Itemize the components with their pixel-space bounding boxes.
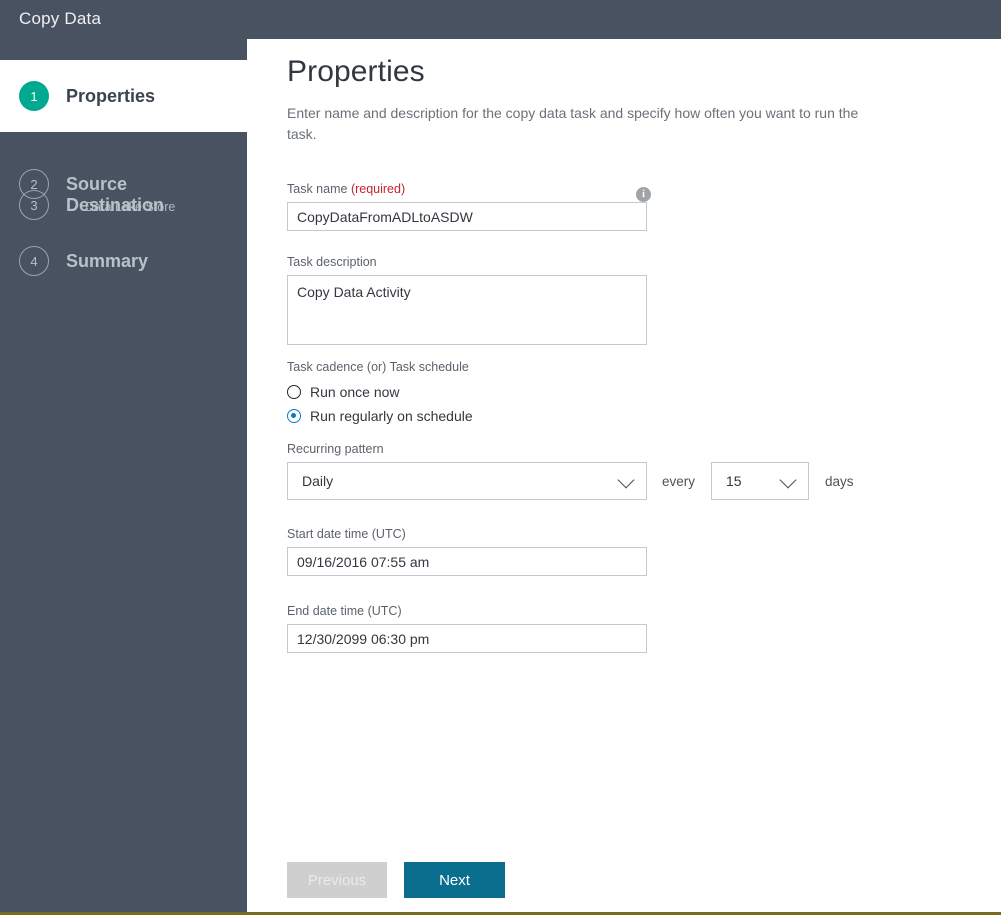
radio-icon-run-once-now[interactable] [287,385,301,399]
sidebar-item-label-destination: Destination [66,194,165,215]
task-name-label-text: Task name [287,182,348,196]
sidebar-step-row: 3 Destination [19,190,247,220]
step-number-badge-4: 4 [19,246,49,276]
page-title: Properties [287,55,425,88]
step-number-badge-1: 1 [19,81,49,111]
info-icon[interactable]: i [636,187,651,202]
task-name-label: Task name (required) [287,182,647,196]
recurrence-interval-select[interactable]: 15 [711,462,810,500]
task-name-input[interactable] [287,202,647,231]
window-title: Copy Data [19,9,102,28]
radio-label-run-regularly-on-schedule: Run regularly on schedule [310,408,473,424]
sidebar-step-row: 4 Summary [19,246,247,276]
radio-run-once-now[interactable]: Run once now [287,380,473,404]
recurrence-unit-label: days [825,473,854,489]
step-number-badge-3: 3 [19,190,49,220]
sidebar-item-label-summary: Summary [66,250,149,271]
task-description-group: Task description Copy Data Activity [287,255,647,350]
radio-label-run-once-now: Run once now [310,384,400,400]
recurrence-pattern-value: Daily [302,473,334,489]
end-date-input[interactable] [287,624,647,653]
task-name-required-text: (required) [350,182,406,196]
window-titlebar: Copy Data [0,0,1001,39]
task-name-group: Task name (required) [287,182,647,231]
recurring-pattern-row: Daily every 15 days [287,462,854,500]
task-cadence-label: Task cadence (or) Task schedule [287,360,469,374]
task-description-input[interactable]: Copy Data Activity [287,275,647,345]
wizard-content-pane: Properties Enter name and description fo… [247,39,1001,912]
task-cadence-group: Task cadence (or) Task schedule Run once… [287,360,473,428]
sidebar-item-properties[interactable]: 1 Properties [0,60,247,132]
previous-button[interactable]: Previous [287,862,387,898]
radio-icon-run-regularly-on-schedule[interactable] [287,409,301,423]
end-date-group: End date time (UTC) [287,604,647,653]
start-date-label: Start date time (UTC) [287,527,406,541]
next-button[interactable]: Next [404,862,505,898]
radio-run-regularly-on-schedule[interactable]: Run regularly on schedule [287,404,473,428]
start-date-input[interactable] [287,547,647,576]
chevron-down-icon [617,471,635,489]
recurrence-interval-value: 15 [726,473,742,489]
sidebar-step-row: 1 Properties [19,81,247,111]
task-description-label: Task description [287,255,377,269]
recurrence-every-label: every [662,473,696,489]
start-date-group: Start date time (UTC) [287,527,647,576]
sidebar-item-summary[interactable]: 4 Summary [0,246,247,276]
wizard-sidebar: 1 Properties 2 Source Data Lake Store 3 … [0,39,247,912]
sidebar-item-label-properties: Properties [66,85,156,106]
page-description: Enter name and description for the copy … [287,105,859,142]
recurrence-pattern-select[interactable]: Daily [287,462,647,500]
sidebar-item-destination[interactable]: 3 Destination [0,190,247,220]
chevron-down-icon [779,471,797,489]
end-date-label: End date time (UTC) [287,604,402,618]
recurring-pattern-label: Recurring pattern [287,442,384,456]
copy-data-wizard: Copy Data 1 Properties 2 Source Data Lak… [0,0,1001,915]
recurring-pattern-group: Recurring pattern Daily every 15 days [287,442,854,500]
